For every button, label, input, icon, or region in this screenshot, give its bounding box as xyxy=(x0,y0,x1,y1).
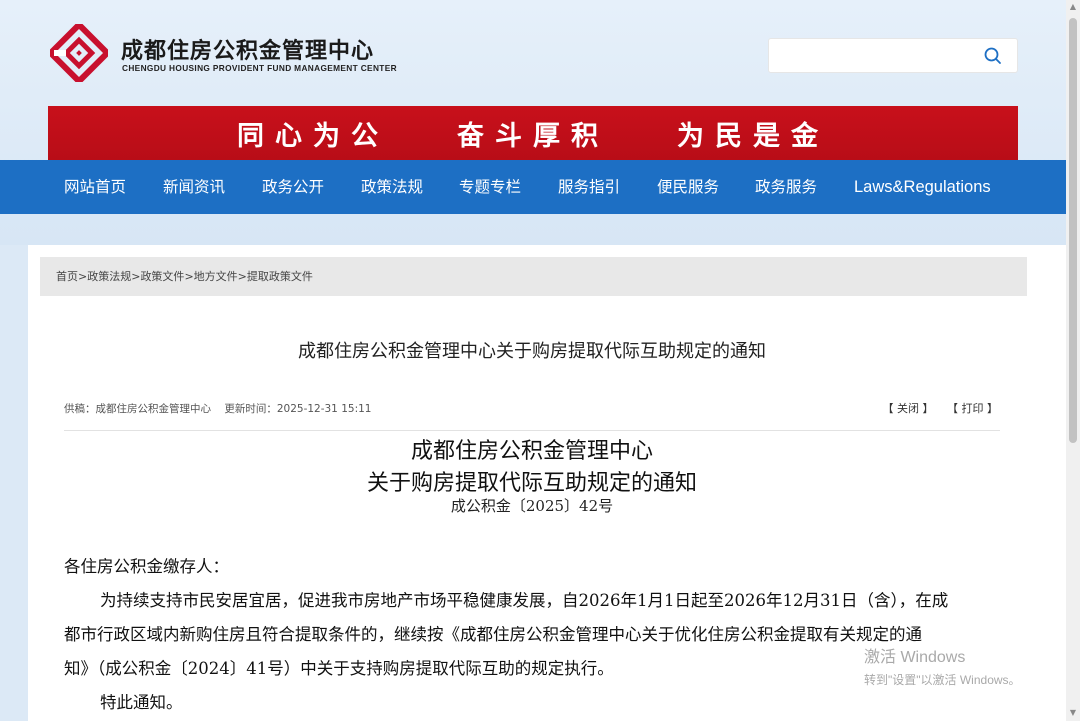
slogan-3: 为民是金 xyxy=(677,120,829,152)
main-nav: 网站首页 新闻资讯 政务公开 政策法规 专题专栏 服务指引 便民服务 政务服务 … xyxy=(0,160,1066,214)
watermark-line-1: 激活 Windows xyxy=(864,649,966,666)
nav-item-news[interactable]: 新闻资讯 xyxy=(163,160,225,214)
breadcrumb-withdrawal-docs[interactable]: 提取政策文件 xyxy=(247,270,313,283)
site-header: 成都住房公积金管理中心 CHENGDU HOUSING PROVIDENT FU… xyxy=(0,0,1080,106)
org-name-en: CHENGDU HOUSING PROVIDENT FUND MANAGEMEN… xyxy=(122,63,397,73)
article-body: 各住房公积金缴存人： 为持续支持市民安居宜居，促进我市房地产市场平稳健康发展，自… xyxy=(64,550,1004,720)
scroll-down-icon[interactable]: ▼ xyxy=(1069,709,1077,717)
nav-item-convenience[interactable]: 便民服务 xyxy=(657,160,719,214)
closing-text: 特此通知。 xyxy=(100,693,183,712)
nav-item-gov-services[interactable]: 政务服务 xyxy=(755,160,817,214)
search-box xyxy=(768,38,1018,73)
vertical-scrollbar[interactable]: ▲ ▼ xyxy=(1066,0,1080,721)
search-input[interactable] xyxy=(777,44,981,70)
close-button[interactable]: 【 关闭 】 xyxy=(883,402,934,415)
slogan-banner: 同心为公 奋斗厚积 为民是金 xyxy=(48,106,1018,160)
org-name-cn[interactable]: 成都住房公积金管理中心 xyxy=(121,33,374,65)
article-meta: 供稿：成都住房公积金管理中心 更新时间：2025-12-31 15:11 xyxy=(64,401,381,416)
scroll-thumb[interactable] xyxy=(1069,18,1077,443)
doc-number: 成公积金〔2025〕42号 xyxy=(450,497,614,515)
salutation: 各住房公积金缴存人： xyxy=(64,557,229,576)
article-actions: 【 关闭 】 【 打印 】 xyxy=(873,400,999,416)
breadcrumb-home[interactable]: 首页 xyxy=(56,270,78,283)
nav-item-gov-affairs[interactable]: 政务公开 xyxy=(262,160,324,214)
divider xyxy=(64,430,1000,431)
nav-item-topics[interactable]: 专题专栏 xyxy=(459,160,521,214)
paragraph-1-line-1: 为持续支持市民安居宜居，促进我市房地产市场平稳健康发展，自2026年1月1日起至… xyxy=(100,591,949,610)
search-icon[interactable] xyxy=(983,46,1003,66)
nav-item-policies[interactable]: 政策法规 xyxy=(361,160,423,214)
nav-item-laws[interactable]: Laws&Regulations xyxy=(854,160,991,214)
article-updated: 更新时间：2025-12-31 15:11 xyxy=(224,403,372,415)
print-button[interactable]: 【 打印 】 xyxy=(947,402,998,415)
article-source: 供稿：成都住房公积金管理中心 xyxy=(64,403,211,415)
nav-item-home[interactable]: 网站首页 xyxy=(64,160,126,214)
watermark-line-2: 转到"设置"以激活 Windows。 xyxy=(864,673,1021,687)
breadcrumb: 首页>政策法规>政策文件>地方文件>提取政策文件 xyxy=(40,257,1027,296)
nav-item-service-guide[interactable]: 服务指引 xyxy=(558,160,620,214)
slogan-1: 同心为公 xyxy=(237,120,389,152)
paragraph-1-line-2: 都市行政区域内新购住房且符合提取条件的，继续按《成都住房公积金管理中心关于优化住… xyxy=(64,625,922,644)
breadcrumb-policy-docs[interactable]: 政策文件 xyxy=(140,270,184,283)
scroll-up-icon[interactable]: ▲ xyxy=(1069,3,1077,11)
breadcrumb-policies[interactable]: 政策法规 xyxy=(87,270,131,283)
page-title: 成都住房公积金管理中心关于购房提取代际互助规定的通知 xyxy=(298,341,766,362)
doc-title-line-2: 关于购房提取代际互助规定的通知 xyxy=(366,471,697,496)
paragraph-1-line-3: 知》（成公积金〔2024〕41号）中关于支持购房提取代际互助的规定执行。 xyxy=(64,659,614,678)
windows-activation-watermark: 激活 Windows 转到"设置"以激活 Windows。 xyxy=(864,643,1021,688)
breadcrumb-local-docs[interactable]: 地方文件 xyxy=(194,270,238,283)
slogan-2: 奋斗厚积 xyxy=(457,120,609,152)
doc-title-line-1: 成都住房公积金管理中心 xyxy=(410,439,653,464)
diamond-logo-icon[interactable] xyxy=(50,24,108,82)
